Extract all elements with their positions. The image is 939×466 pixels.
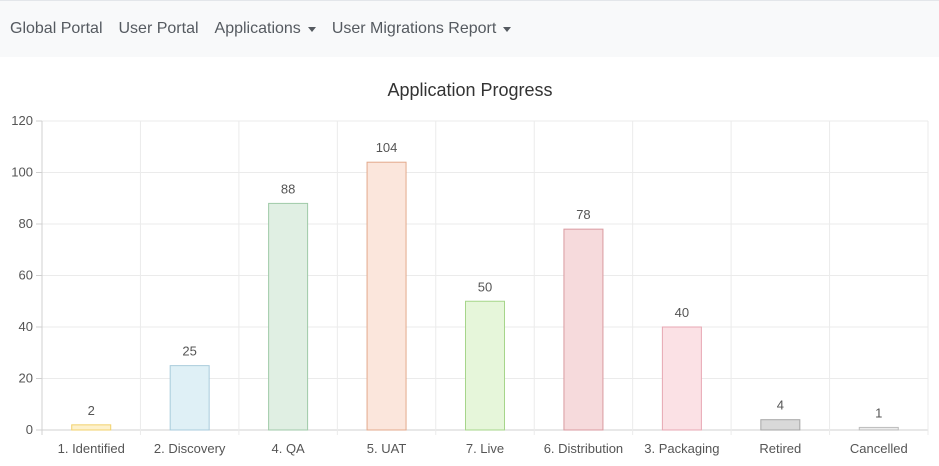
nav-item-label: Global Portal — [10, 20, 103, 37]
x-tick-label: Cancelled — [850, 441, 908, 456]
nav-item-user-portal[interactable]: User Portal — [119, 20, 199, 38]
y-tick-label: 80 — [19, 216, 33, 231]
x-tick-label: 5. UAT — [367, 441, 407, 456]
x-tick-label: 6. Distribution — [544, 441, 623, 456]
bar — [661, 326, 702, 431]
nav-item-user-migrations-report[interactable]: User Migrations Report — [332, 20, 512, 38]
bar — [366, 161, 407, 431]
x-axis-ticks: 1. Identified 2. Discovery 4. QA 5. UAT 7. L… — [58, 441, 908, 456]
bar — [465, 300, 505, 431]
bar-value-label: 25 — [182, 344, 196, 359]
x-tick-label: Retired — [759, 441, 801, 456]
y-axis-ticks: 0 20 40 60 80 100 120 — [11, 113, 33, 437]
top-navbar: Global Portal User Portal Applications User… — [0, 0, 939, 57]
caret-down-icon — [503, 26, 512, 32]
bar-value-label: 4 — [777, 398, 784, 413]
bar-value-label: 88 — [281, 181, 295, 196]
x-tick-label: 4. QA — [271, 441, 305, 456]
bar — [268, 202, 309, 431]
bar-value-label: 2 — [88, 403, 95, 418]
bar-value-label: 50 — [478, 279, 492, 294]
bar — [169, 365, 210, 431]
y-tick-label: 120 — [11, 113, 33, 128]
bar — [563, 228, 604, 431]
bar — [858, 426, 899, 431]
x-tick-label: 1. Identified — [58, 441, 125, 456]
nav-item-applications[interactable]: Applications — [215, 20, 316, 38]
bar-value-label: 78 — [576, 207, 590, 222]
y-tick-label: 0 — [26, 422, 33, 437]
nav-item-label: User Portal — [118, 20, 199, 37]
application-progress-chart: Application Progress 2 25 88 104 50 78 40 4 1 0 2… — [11, 80, 929, 456]
y-tick-label: 100 — [11, 165, 33, 180]
nav-item-label: User Migrations Report — [331, 20, 497, 37]
x-tick-label: 7. Live — [466, 441, 504, 456]
bars — [71, 161, 899, 431]
nav-item-global-portal[interactable]: Global Portal — [10, 20, 103, 38]
x-tick-label: 2. Discovery — [154, 441, 226, 456]
y-tick-label: 20 — [19, 371, 33, 386]
bar — [71, 424, 112, 431]
nav-item-label: Applications — [214, 20, 301, 37]
bar-value-label: 40 — [675, 305, 689, 320]
bar — [760, 419, 801, 431]
x-tick-label: 3. Packaging — [644, 441, 719, 456]
bar-value-label: 1 — [875, 405, 882, 420]
caret-down-icon — [307, 26, 316, 32]
chart-container: Application Progress 2 25 88 104 50 78 40 4 1 0 2… — [0, 57, 939, 466]
y-tick-label: 60 — [19, 268, 33, 283]
chart-title: Application Progress — [387, 80, 552, 100]
y-tick-label: 40 — [19, 319, 33, 334]
bar-value-label: 104 — [376, 140, 398, 155]
